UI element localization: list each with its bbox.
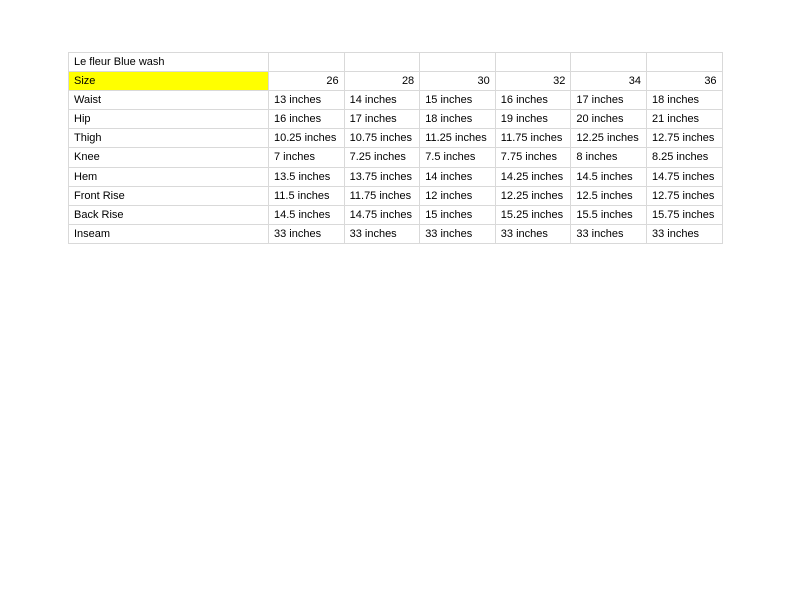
measurement-value: 12 inches — [419, 185, 496, 206]
size-chart-body: Le fleur Blue wash Size 26 28 30 32 34 36 Waist 1… — [68, 51, 723, 244]
title-row-blank-cell — [343, 51, 421, 73]
measurement-value: 12.25 inches — [494, 185, 572, 206]
size-header-value: 36 — [645, 71, 723, 92]
measurement-value: 33 inches — [645, 223, 723, 244]
size-header-value: 32 — [494, 71, 572, 92]
measurement-value: 13.5 inches — [268, 166, 345, 187]
measurement-value: 19 inches — [494, 109, 572, 130]
measurement-value: 21 inches — [645, 109, 723, 130]
size-header-row: Size 26 28 30 32 34 36 — [68, 71, 723, 92]
measurement-label: Inseam — [68, 223, 269, 244]
measurement-value: 15.5 inches — [570, 204, 647, 225]
measurement-value: 7.25 inches — [343, 147, 421, 168]
measurement-value: 14.5 inches — [268, 204, 345, 225]
measurement-value: 18 inches — [645, 90, 723, 111]
title-row-blank-cell — [419, 51, 496, 73]
measurement-label: Hip — [68, 109, 269, 130]
measurement-value: 33 inches — [419, 223, 496, 244]
table-row: Back Rise 14.5 inches 14.75 inches 15 inche… — [68, 204, 723, 225]
measurement-value: 33 inches — [343, 223, 421, 244]
measurement-label: Waist — [68, 90, 269, 111]
measurement-label: Knee — [68, 147, 269, 168]
measurement-value: 15.25 inches — [494, 204, 572, 225]
measurement-label: Thigh — [68, 128, 269, 149]
product-title-cell: Le fleur Blue wash — [68, 51, 269, 73]
measurement-value: 13 inches — [268, 90, 345, 111]
table-row: Hip 16 inches 17 inches 18 inches 19 inches 2… — [68, 109, 723, 130]
measurement-value: 18 inches — [419, 109, 496, 130]
measurement-label: Hem — [68, 166, 269, 187]
measurement-value: 11.5 inches — [268, 185, 345, 206]
title-row-blank-cell — [645, 51, 723, 73]
table-row: Knee 7 inches 7.25 inches 7.5 inches 7.75 in… — [68, 147, 723, 168]
table-row: Thigh 10.25 inches 10.75 inches 11.25 inche… — [68, 128, 723, 149]
measurement-value: 15 inches — [419, 90, 496, 111]
table-row: Waist 13 inches 14 inches 15 inches 16 inche… — [68, 90, 723, 111]
table-row: Inseam 33 inches 33 inches 33 inches 33 inch… — [68, 223, 723, 244]
title-row-blank-cell — [494, 51, 572, 73]
measurement-value: 15.75 inches — [645, 204, 723, 225]
measurement-value: 11.75 inches — [494, 128, 572, 149]
table-row: Hem 13.5 inches 13.75 inches 14 inches 14.25… — [68, 166, 723, 187]
measurement-value: 12.25 inches — [570, 128, 647, 149]
measurement-value: 14.75 inches — [343, 204, 421, 225]
measurement-value: 16 inches — [268, 109, 345, 130]
measurement-label: Front Rise — [68, 185, 269, 206]
measurement-value: 10.25 inches — [268, 128, 345, 149]
measurement-value: 17 inches — [343, 109, 421, 130]
measurement-value: 12.75 inches — [645, 185, 723, 206]
measurement-value: 8 inches — [570, 147, 647, 168]
size-header-value: 26 — [268, 71, 345, 92]
size-chart-table: Le fleur Blue wash Size 26 28 30 32 34 36 Waist 1… — [68, 51, 723, 244]
page-body: { "document": { "title": "Le fleur Blue … — [0, 0, 792, 612]
size-header-value: 34 — [570, 71, 647, 92]
measurement-value: 14.75 inches — [645, 166, 723, 187]
measurement-value: 8.25 inches — [645, 147, 723, 168]
measurement-value: 11.75 inches — [343, 185, 421, 206]
table-title-row: Le fleur Blue wash — [68, 51, 723, 73]
measurement-value: 33 inches — [494, 223, 572, 244]
measurement-value: 14 inches — [419, 166, 496, 187]
measurement-value: 33 inches — [570, 223, 647, 244]
measurement-value: 20 inches — [570, 109, 647, 130]
measurement-value: 14.25 inches — [494, 166, 572, 187]
size-header-value: 30 — [419, 71, 496, 92]
measurement-value: 17 inches — [570, 90, 647, 111]
measurement-value: 13.75 inches — [343, 166, 421, 187]
measurement-value: 12.75 inches — [645, 128, 723, 149]
measurement-value: 10.75 inches — [343, 128, 421, 149]
measurement-value: 7.5 inches — [419, 147, 496, 168]
table-row: Front Rise 11.5 inches 11.75 inches 12 inch… — [68, 185, 723, 206]
measurement-value: 11.25 inches — [419, 128, 496, 149]
measurement-value: 33 inches — [268, 223, 345, 244]
size-header-label: Size — [68, 71, 269, 92]
measurement-value: 7 inches — [268, 147, 345, 168]
measurement-value: 16 inches — [494, 90, 572, 111]
measurement-value: 14.5 inches — [570, 166, 647, 187]
measurement-label: Back Rise — [68, 204, 269, 225]
size-header-value: 28 — [343, 71, 421, 92]
measurement-value: 14 inches — [343, 90, 421, 111]
measurement-value: 7.75 inches — [494, 147, 572, 168]
title-row-blank-cell — [268, 51, 345, 73]
title-row-blank-cell — [570, 51, 647, 73]
size-chart-sheet: Le fleur Blue wash Size 26 28 30 32 34 36 Waist 1… — [68, 51, 723, 244]
measurement-value: 15 inches — [419, 204, 496, 225]
measurement-value: 12.5 inches — [570, 185, 647, 206]
